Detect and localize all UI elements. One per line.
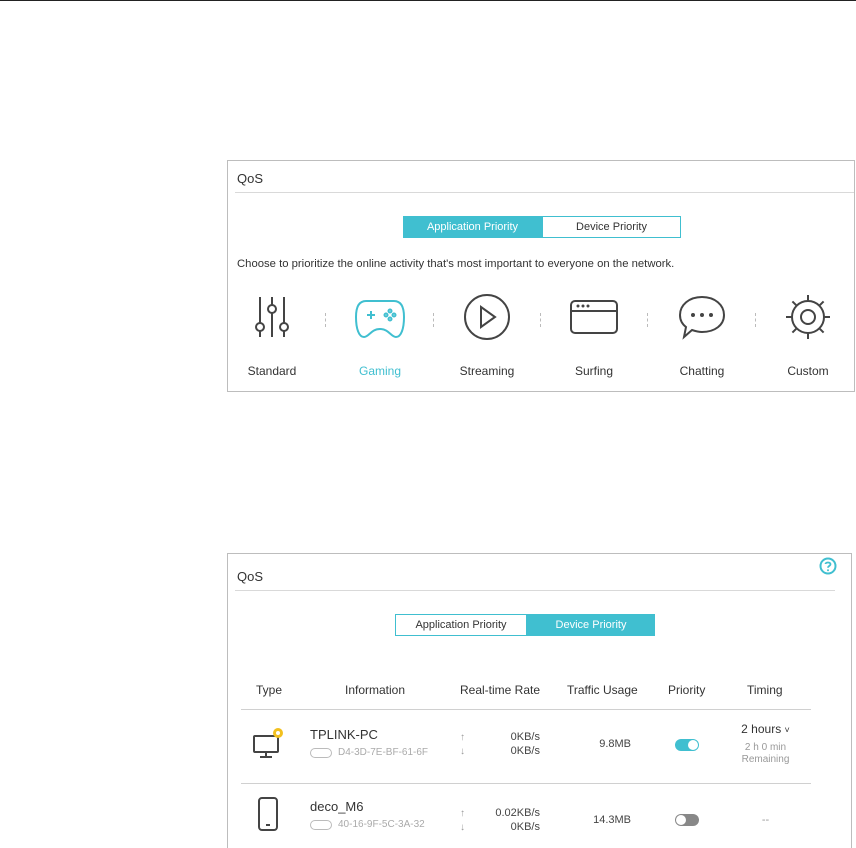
panel-title: QoS	[237, 171, 264, 186]
toggle-knob	[688, 740, 698, 750]
connection-tag-icon	[310, 819, 332, 830]
mode-label: Surfing	[574, 364, 614, 378]
title-divider	[235, 590, 835, 591]
browser-window-icon	[570, 300, 618, 334]
chat-bubble-icon	[678, 295, 726, 340]
gear-icon	[786, 295, 830, 339]
device-mac: 40-16-9F-5C-3A-32	[310, 819, 425, 830]
mode-label: Chatting	[679, 364, 725, 378]
mac-address: 40-16-9F-5C-3A-32	[338, 819, 425, 830]
download-rate: 0KB/s	[510, 821, 540, 833]
column-header-rate: Real-time Rate	[460, 683, 541, 697]
download-arrow-icon: ↓	[460, 745, 465, 757]
device-mac: D4-3D-7E-BF-61-6F	[310, 747, 428, 758]
mode-separator	[540, 313, 542, 327]
upload-arrow-icon: ↑	[460, 731, 465, 743]
mode-separator	[755, 313, 757, 327]
upload-rate: 0KB/s	[510, 731, 540, 743]
mode-streaming[interactable]: Streaming	[439, 293, 535, 383]
mode-separator	[647, 313, 649, 327]
device-name: TPLINK-PC	[310, 727, 378, 742]
time-remaining: 2 h 0 min	[744, 742, 787, 753]
sliders-icon	[255, 297, 289, 337]
table-header-divider	[241, 709, 811, 710]
qos-device-panel: QoS Application Priority Device Priority…	[227, 553, 852, 848]
column-header-usage: Traffic Usage	[567, 683, 638, 697]
priority-toggle[interactable]	[675, 739, 699, 751]
upload-arrow-icon: ↑	[460, 807, 465, 819]
mode-custom[interactable]: Custom	[760, 293, 856, 383]
mode-label: Gaming	[358, 364, 402, 378]
qos-application-panel: QoS Application Priority Device Priority…	[227, 160, 855, 392]
play-icon	[464, 294, 510, 340]
panel-title: QoS	[237, 569, 264, 584]
chevron-down-icon: ˅	[784, 725, 790, 735]
phone-icon	[257, 796, 279, 837]
title-divider	[235, 192, 854, 193]
time-remaining-label: Remaining	[741, 754, 790, 765]
traffic-usage: 9.8MB	[599, 738, 631, 750]
priority-tabs: Application Priority Device Priority	[395, 614, 655, 636]
tab-application-priority[interactable]: Application Priority	[403, 216, 542, 238]
description-text: Choose to prioritize the online activity…	[237, 258, 675, 270]
tab-device-priority[interactable]: Device Priority	[527, 614, 655, 636]
upload-rate: 0.02KB/s	[495, 807, 540, 819]
mode-label: Standard	[247, 364, 297, 378]
help-icon[interactable]	[819, 557, 837, 575]
download-rate: 0KB/s	[510, 745, 540, 757]
timing-dropdown[interactable]: 2 hours ˅	[723, 722, 808, 736]
tab-application-priority[interactable]: Application Priority	[395, 614, 527, 636]
desktop-icon	[252, 726, 286, 765]
mode-label: Streaming	[459, 364, 515, 378]
timing-empty: --	[761, 814, 770, 826]
gamepad-icon	[354, 300, 406, 339]
column-header-type: Type	[256, 683, 283, 697]
mac-address: D4-3D-7E-BF-61-6F	[338, 747, 429, 758]
timing-cell: 2 hours ˅ 2 h 0 min Remaining	[723, 722, 808, 766]
mode-label: Custom	[787, 364, 829, 378]
row-divider	[241, 783, 811, 784]
mode-chatting[interactable]: Chatting	[654, 293, 750, 383]
mode-surfing[interactable]: Surfing	[546, 293, 642, 383]
realtime-rate: ↑ 0.02KB/s ↓ 0KB/s	[460, 806, 540, 834]
priority-tabs: Application Priority Device Priority	[403, 216, 681, 238]
download-arrow-icon: ↓	[460, 821, 465, 833]
tab-device-priority[interactable]: Device Priority	[542, 216, 681, 238]
traffic-usage: 14.3MB	[593, 814, 631, 826]
device-name: deco_M6	[310, 799, 364, 814]
column-header-timing: Timing	[747, 683, 783, 697]
mode-selector: Standard Gaming Streaming Surfing Chatti…	[228, 293, 856, 383]
column-header-priority: Priority	[668, 683, 706, 697]
connection-tag-icon	[310, 747, 332, 758]
mode-gaming[interactable]: Gaming	[332, 293, 428, 383]
realtime-rate: ↑ 0KB/s ↓ 0KB/s	[460, 730, 540, 758]
mode-separator	[433, 313, 435, 327]
timing-cell: --	[723, 814, 808, 826]
top-divider	[0, 0, 856, 1]
priority-toggle[interactable]	[675, 814, 699, 826]
column-header-information: Information	[345, 683, 406, 697]
mode-separator	[325, 313, 327, 327]
toggle-knob	[676, 815, 686, 825]
mode-standard[interactable]: Standard	[224, 293, 320, 383]
